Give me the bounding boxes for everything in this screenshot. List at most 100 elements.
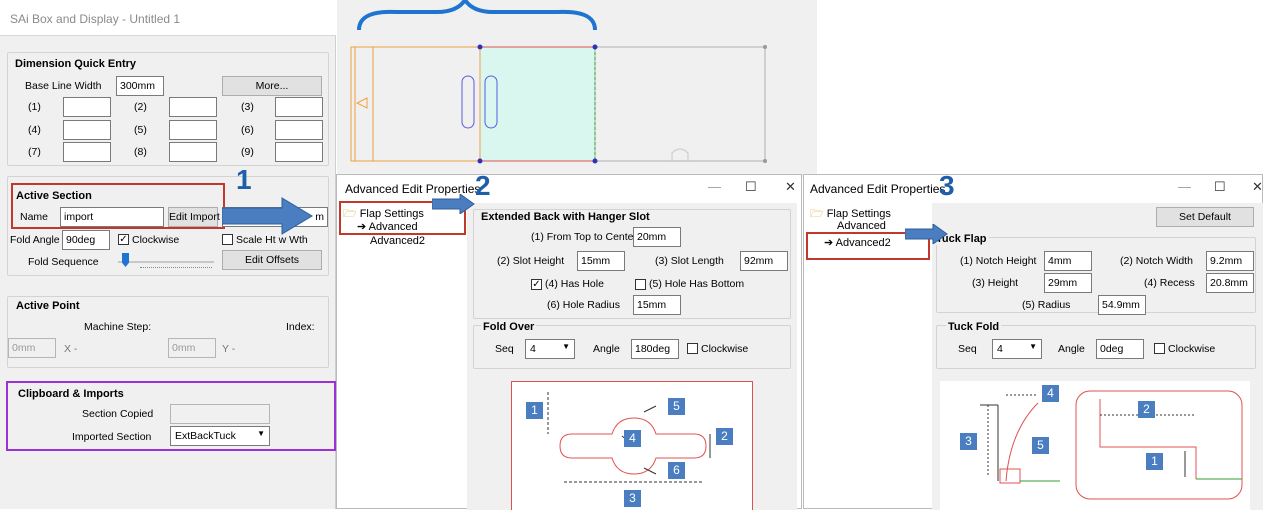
field-input-9[interactable] [275,142,323,162]
dimension-quick-entry-title: Dimension Quick Entry [15,58,137,70]
has-hole-checkbox[interactable]: ✓ [531,279,542,290]
chevron-down-icon: ▼ [562,342,570,351]
y-label: Y - [222,343,236,355]
section-name-input[interactable]: import [60,207,164,227]
field-input-1[interactable] [63,97,111,117]
height-label: (3) Height [972,277,1019,289]
height-input[interactable]: 29mm [1044,273,1092,293]
tuck-badge-2: 2 [1138,401,1155,418]
folder-icon: 🗁 [810,208,824,220]
tuck-fold-clockwise-checkbox[interactable] [1154,343,1165,354]
tuck-badge-5: 5 [1032,437,1049,454]
name-label: Name [20,211,49,223]
x-value-input[interactable]: 0mm [8,338,56,358]
field-input-3[interactable] [275,97,323,117]
fold-over-title: Fold Over [481,321,537,333]
dialog-2-content: Extended Back with Hanger Slot (1) From … [467,203,797,510]
more-button[interactable]: More... [222,76,322,96]
chevron-down-icon: ▼ [257,429,265,438]
clockwise-checkbox[interactable]: ✓ [118,234,129,245]
slot-height-label: (2) Slot Height [497,255,565,267]
tuck-diagram: 4 3 5 2 1 [940,381,1250,510]
close-icon[interactable]: ✕ [785,179,796,195]
machine-step-label: Machine Step: [84,321,152,333]
imported-section-select[interactable]: ExtBackTuck ▼ [170,426,270,446]
maximize-icon[interactable]: ☐ [745,179,757,195]
edit-import-button[interactable]: Edit Import [168,207,220,227]
minimize-icon[interactable]: — [1178,179,1191,194]
field-label-5: (5) [134,124,147,136]
fold-over-clockwise-checkbox[interactable] [687,343,698,354]
diagram-badge-1: 1 [526,402,543,419]
clipboard-title: Clipboard & Imports [18,388,124,400]
field-input-8[interactable] [169,142,217,162]
tuck-fold-title: Tuck Fold [946,321,1002,333]
fold-angle-input[interactable]: 90deg [62,230,110,250]
base-line-width-input[interactable]: 300mm [116,76,164,96]
tuck-fold-clockwise-label: Clockwise [1168,343,1216,355]
from-top-input[interactable]: 20mm [633,227,681,247]
active-section-title: Active Section [16,190,92,202]
angle-input-3[interactable]: 0deg [1096,339,1144,359]
maximize-icon[interactable]: ☐ [1214,179,1226,195]
callout-number-3: 3 [939,170,955,201]
active-point-title: Active Point [16,300,80,312]
set-default-button[interactable]: Set Default [1156,207,1254,227]
notch-width-label: (2) Notch Width [1120,255,1193,267]
imported-section-value: ExtBackTuck [175,430,236,442]
recess-input[interactable]: 20.8mm [1206,273,1254,293]
box-drawing [350,0,767,164]
back-panel [350,46,481,162]
field-input-7[interactable] [63,142,111,162]
minimize-icon[interactable]: — [708,179,721,194]
field-label-8: (8) [134,146,147,158]
slider-thumb[interactable] [122,253,129,267]
extended-back-title: Extended Back with Hanger Slot [481,211,650,223]
hole-radius-label: (6) Hole Radius [547,299,620,311]
diagram-badge-5: 5 [668,398,685,415]
y-value-input[interactable]: 0mm [168,338,216,358]
field-input-6[interactable] [275,120,323,140]
radius-input[interactable]: 54.9mm [1098,295,1146,315]
tuck-badge-1: 1 [1146,453,1163,470]
x-label: X - [64,343,78,355]
notch-height-input[interactable]: 4mm [1044,251,1092,271]
seq-select-2[interactable]: 4 ▼ [525,339,575,359]
field-label-2: (2) [134,101,147,113]
diagram-badge-6: 6 [668,462,685,479]
drawing-canvas[interactable] [337,0,817,178]
slot-height-input[interactable]: 15mm [577,251,625,271]
edit-offsets-button[interactable]: Edit Offsets [222,250,322,270]
diagram-badge-4: 4 [624,430,641,447]
field-label-7: (7) [28,146,41,158]
radius-label: (5) Radius [1022,299,1071,311]
fold-over-clockwise-label: Clockwise [701,343,749,355]
field-label-4: (4) [28,124,41,136]
close-icon[interactable]: ✕ [1252,179,1263,195]
seq-label-3: Seq [958,343,977,355]
hole-has-bottom-checkbox[interactable] [635,279,646,290]
seq-label-2: Seq [495,343,514,355]
tree-item-advanced2[interactable]: Advanced2 [370,235,425,247]
notch-width-input[interactable]: 9.2mm [1206,251,1254,271]
fold-sequence-slider[interactable] [118,253,214,271]
main-window-panel: SAi Box and Display - Untitled 1 Dimensi… [0,0,336,509]
angle-input-2[interactable]: 180deg [631,339,679,359]
field-input-2[interactable] [169,97,217,117]
diagram-badge-2: 2 [716,428,733,445]
section-copied-input[interactable] [170,404,270,424]
field-input-4[interactable] [63,120,111,140]
field-label-9: (9) [241,146,254,158]
angle-label-3: Angle [1058,343,1085,355]
tree-item-advanced[interactable]: Advanced [837,220,886,232]
index-label: Index: [286,321,315,333]
slot-length-input[interactable]: 92mm [740,251,788,271]
tuck-badge-3: 3 [960,433,977,450]
field-input-5[interactable] [169,120,217,140]
side-panel [594,46,766,162]
seq-select-3[interactable]: 4 ▼ [992,339,1042,359]
field-label-1: (1) [28,101,41,113]
fold-sequence-label: Fold Sequence [28,256,99,268]
brace-shape [357,0,597,31]
hole-radius-input[interactable]: 15mm [633,295,681,315]
